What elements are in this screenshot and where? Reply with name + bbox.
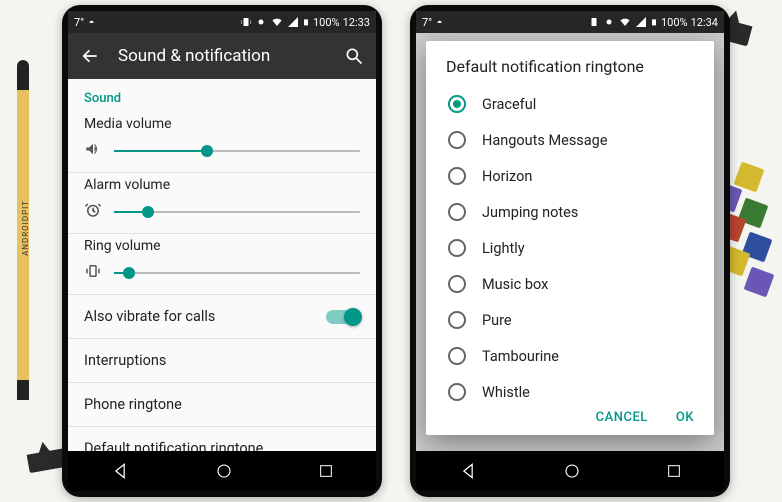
status-time: 12:33 xyxy=(343,16,370,29)
wifi-icon xyxy=(270,16,284,28)
ringtone-option[interactable]: Whistle xyxy=(426,374,714,402)
radio-button[interactable] xyxy=(448,167,466,185)
status-bar: 7° 100% 12:34 xyxy=(416,11,724,33)
ringtone-label: Music box xyxy=(482,276,548,293)
battery-percent: 100% xyxy=(661,16,688,29)
nav-back-icon[interactable] xyxy=(110,461,130,481)
radio-button[interactable] xyxy=(448,95,466,113)
row-label: Default notification ringtone xyxy=(84,440,360,451)
radio-button[interactable] xyxy=(448,311,466,329)
battery-percent: 100% xyxy=(313,16,340,29)
ringtone-label: Pure xyxy=(482,312,512,329)
nav-recent-icon[interactable] xyxy=(318,463,334,479)
row-also-vibrate[interactable]: Also vibrate for calls xyxy=(68,295,376,338)
row-interruptions[interactable]: Interruptions xyxy=(68,339,376,382)
radio-button[interactable] xyxy=(448,131,466,149)
nav-back-icon[interactable] xyxy=(458,461,478,481)
radio-button[interactable] xyxy=(448,203,466,221)
nav-home-icon[interactable] xyxy=(215,462,233,480)
nav-bar xyxy=(416,451,724,491)
ringtone-list[interactable]: Graceful Hangouts Message Horizon Jumping n… xyxy=(426,86,714,402)
battery-icon xyxy=(650,16,658,28)
phone-right: 7° 100% 12:34 GRAIPDNWShow all notificat… xyxy=(410,5,730,497)
slider-track[interactable] xyxy=(114,211,360,213)
ok-button[interactable]: OK xyxy=(676,410,694,425)
nav-recent-icon[interactable] xyxy=(666,463,682,479)
ringtone-label: Jumping notes xyxy=(482,204,578,221)
slider-volume-up: Media volume xyxy=(68,112,376,172)
ringtone-label: Graceful xyxy=(482,96,536,113)
status-temperature: 7° xyxy=(422,16,432,29)
ringtone-option[interactable]: Pure xyxy=(426,302,714,338)
cast-icon xyxy=(255,16,267,28)
ringtone-option[interactable]: Hangouts Message xyxy=(426,122,714,158)
nav-home-icon[interactable] xyxy=(563,462,581,480)
cast-icon xyxy=(603,16,615,28)
settings-content[interactable]: Sound Media volume Alarm volume Ring volum… xyxy=(68,79,376,451)
slider-thumb[interactable] xyxy=(142,206,154,218)
section-header-sound: Sound xyxy=(68,79,376,112)
row-label: Phone ringtone xyxy=(84,396,182,413)
ringtone-option[interactable]: Graceful xyxy=(426,86,714,122)
slider-thumb[interactable] xyxy=(123,267,135,279)
cancel-button[interactable]: CANCEL xyxy=(596,410,648,425)
pencil-text: ANDROIDPIT xyxy=(21,200,30,256)
radio-button[interactable] xyxy=(448,383,466,401)
wifi-icon xyxy=(618,16,632,28)
ringtone-dialog: Default notification ringtone Graceful Ha… xyxy=(426,41,714,435)
signal-icon xyxy=(635,16,647,28)
ringtone-label: Horizon xyxy=(482,168,532,185)
slider-label: Alarm volume xyxy=(84,177,360,193)
ringtone-label: Whistle xyxy=(482,384,530,401)
row-phone-ringtone[interactable]: Phone ringtone xyxy=(68,383,376,426)
status-temperature: 7° xyxy=(74,16,84,29)
radio-button[interactable] xyxy=(448,275,466,293)
volume-up-icon xyxy=(84,140,102,158)
radio-button[interactable] xyxy=(448,347,466,365)
slider-track[interactable] xyxy=(114,272,360,274)
slider-label: Media volume xyxy=(84,116,360,132)
row-label: Also vibrate for calls xyxy=(84,308,215,325)
binder-clip xyxy=(25,439,65,474)
slider-label: Ring volume xyxy=(84,238,360,254)
ringtone-label: Tambourine xyxy=(482,348,559,365)
slider-alarm: Alarm volume xyxy=(68,173,376,233)
status-time: 12:34 xyxy=(691,16,718,29)
alarm-icon xyxy=(84,201,102,219)
ringtone-option[interactable]: Jumping notes xyxy=(426,194,714,230)
ringtone-label: Hangouts Message xyxy=(482,132,608,149)
weather-icon xyxy=(435,17,445,27)
slider-vibrate: Ring volume xyxy=(68,234,376,294)
status-bar: 7° 100% 12:33 xyxy=(68,11,376,33)
slider-thumb[interactable] xyxy=(201,145,213,157)
ringtone-label: Lightly xyxy=(482,240,525,257)
vibrate-icon xyxy=(240,16,252,28)
vibrate-icon xyxy=(84,262,102,280)
dialog-title: Default notification ringtone xyxy=(426,41,714,86)
slider-track[interactable] xyxy=(114,150,360,152)
app-bar: Sound & notification xyxy=(68,33,376,79)
row-default-notification-ringtone[interactable]: Default notification ringtone Graceful xyxy=(68,427,376,451)
vibrate-icon xyxy=(588,16,600,28)
phone-left: 7° 100% 12:33 Sound & notification Sound… xyxy=(62,5,382,497)
signal-icon xyxy=(287,16,299,28)
ringtone-option[interactable]: Tambourine xyxy=(426,338,714,374)
ringtone-option[interactable]: Horizon xyxy=(426,158,714,194)
ringtone-option[interactable]: Lightly xyxy=(426,230,714,266)
battery-icon xyxy=(302,16,310,28)
ringtone-option[interactable]: Music box xyxy=(426,266,714,302)
row-label: Interruptions xyxy=(84,352,166,369)
search-icon[interactable] xyxy=(344,46,364,66)
weather-icon xyxy=(87,17,97,27)
switch-toggle[interactable] xyxy=(326,310,360,324)
nav-bar xyxy=(68,451,376,491)
radio-button[interactable] xyxy=(448,239,466,257)
page-title: Sound & notification xyxy=(118,46,326,66)
back-icon[interactable] xyxy=(80,46,100,66)
